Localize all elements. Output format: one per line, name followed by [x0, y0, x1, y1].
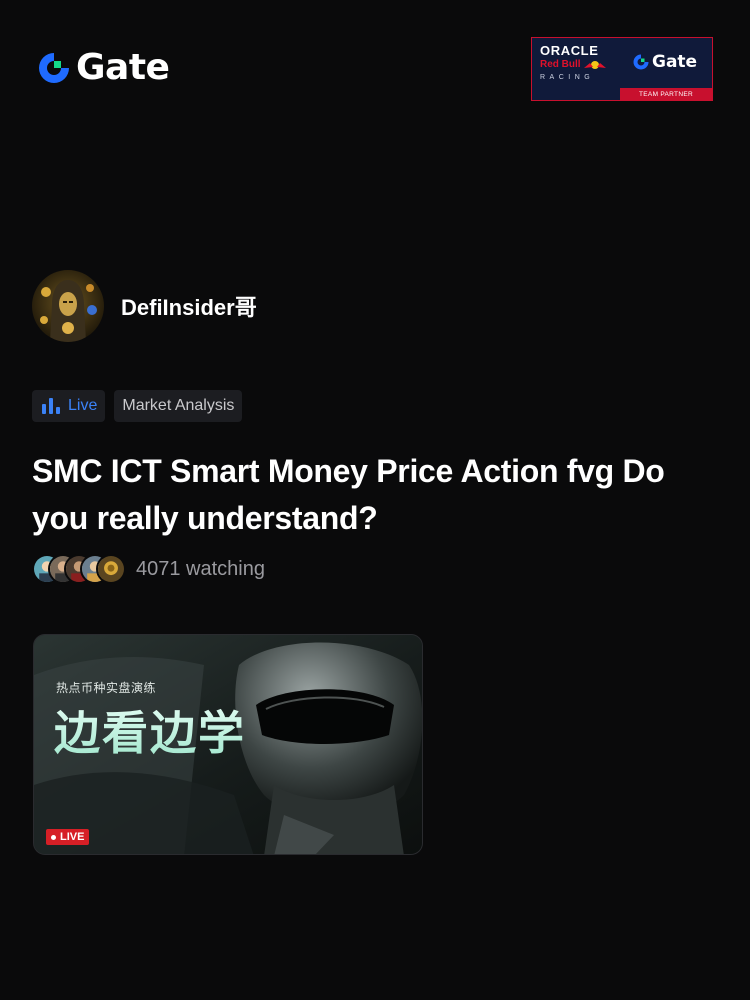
thumbnail-headline: 边看边学 [54, 697, 246, 763]
partner-gate-logo: Gate [632, 52, 697, 72]
live-tag-label: Live [68, 397, 98, 414]
viewer-avatar [96, 554, 126, 584]
gate-logo-icon [39, 53, 69, 83]
thumbnail-subtitle: 热点币种实盘演练 [56, 681, 157, 695]
watching-row: 4071 watching [32, 554, 265, 584]
bull-icon [583, 61, 606, 69]
gate-logo[interactable]: Gate [36, 47, 170, 88]
page: Gate ORACLE Red Bull RACING Gate TEAM PA… [0, 0, 750, 1000]
author-row[interactable]: DefiInsider哥 [32, 270, 257, 342]
stream-thumbnail[interactable]: 热点币种实盘演练 边看边学 LIVE [33, 634, 423, 855]
gate-logo-text: Gate [76, 47, 170, 88]
team-partner-badge: TEAM PARTNER [620, 88, 712, 100]
stream-title[interactable]: SMC ICT Smart Money Price Action fvg Do … [32, 448, 712, 542]
author-name[interactable]: DefiInsider哥 [121, 290, 257, 322]
avatar[interactable] [32, 270, 104, 342]
partner-banner: ORACLE Red Bull RACING Gate TEAM PARTNER [531, 37, 713, 101]
live-dot-icon [51, 834, 56, 840]
oracle-redbull-logo: ORACLE Red Bull RACING [540, 44, 622, 82]
category-tag[interactable]: Market Analysis [114, 390, 243, 422]
live-tag: Live [32, 390, 106, 422]
live-badge: LIVE [46, 829, 90, 845]
bar-chart-icon [42, 398, 60, 414]
live-badge-label: LIVE [60, 831, 85, 843]
redbull-text: Red Bull [540, 59, 581, 70]
partner-gate-text: Gate [652, 52, 698, 72]
tag-row: Live Market Analysis [32, 390, 243, 422]
racing-text: RACING [540, 74, 595, 81]
viewer-avatars [32, 554, 126, 584]
watching-count: 4071 watching [136, 557, 265, 580]
oracle-text: ORACLE [540, 43, 599, 58]
gate-logo-small-icon [633, 54, 649, 70]
